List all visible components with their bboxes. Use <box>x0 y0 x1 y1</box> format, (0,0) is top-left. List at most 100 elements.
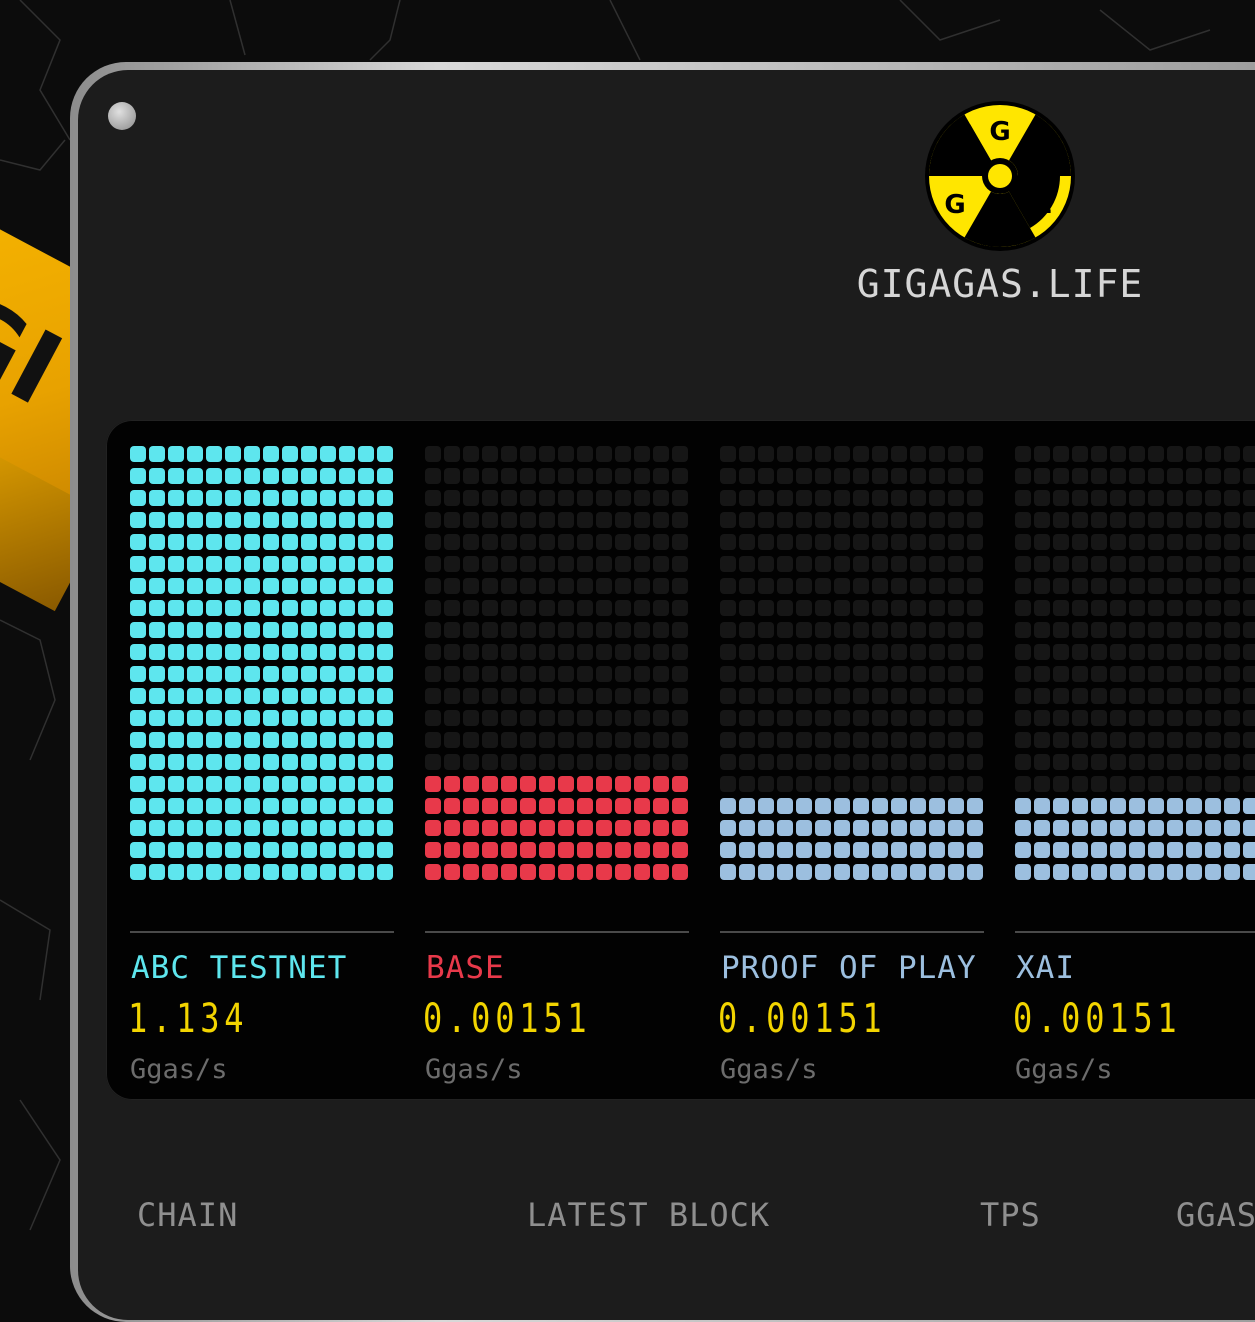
meter-cell <box>462 687 480 705</box>
meter-cell <box>1071 753 1089 770</box>
meter-cell <box>738 863 756 880</box>
meter-cell <box>1033 709 1051 726</box>
meter-cell <box>671 775 688 792</box>
meter-cell <box>928 599 946 617</box>
meter-cell <box>1223 621 1241 639</box>
chain-bar-grid <box>1015 446 1255 880</box>
meter-cell <box>519 775 537 792</box>
meter-cell <box>376 775 393 792</box>
meter-cell <box>595 709 613 726</box>
chain-name[interactable]: BASE <box>426 950 505 986</box>
meter-cell <box>1015 533 1032 551</box>
meter-cell <box>376 797 393 814</box>
meter-cell <box>462 446 480 463</box>
meter-cell <box>224 709 242 726</box>
meter-cell <box>319 863 337 880</box>
meter-cell <box>1052 489 1070 507</box>
meter-cell <box>966 709 983 726</box>
table-header-ggas[interactable]: GGAS <box>1176 1196 1255 1234</box>
meter-cell <box>557 467 575 485</box>
meter-cell <box>633 731 651 748</box>
chain-name[interactable]: ABC TESTNET <box>131 950 347 986</box>
meter-cell <box>186 643 204 661</box>
meter-cell <box>205 731 223 748</box>
chain-name[interactable]: XAI <box>1016 950 1075 986</box>
meter-cell <box>909 511 927 529</box>
meter-cell <box>652 687 669 705</box>
chain-name[interactable]: PROOF OF PLAY <box>721 950 977 986</box>
meter-cell <box>652 753 669 770</box>
meter-cell <box>205 511 223 529</box>
meter-cell <box>224 533 242 551</box>
meter-cell <box>224 467 242 485</box>
meter-cell <box>338 621 356 639</box>
meter-cell <box>1204 446 1222 463</box>
meter-cell <box>538 467 556 485</box>
meter-cell <box>576 731 594 748</box>
meter-cell <box>833 841 851 858</box>
meter-cell <box>1109 709 1127 726</box>
meter-cell <box>300 775 318 792</box>
meter-cell <box>357 643 374 661</box>
meter-cell <box>300 709 318 726</box>
meter-cell <box>500 687 518 705</box>
meter-cell <box>262 687 280 705</box>
meter-cell <box>776 446 794 463</box>
meter-cell <box>443 511 461 529</box>
meter-cell <box>1147 555 1165 573</box>
meter-cell <box>595 467 613 485</box>
meter-cell <box>1147 665 1165 683</box>
meter-cell <box>671 665 688 683</box>
meter-cell <box>519 511 537 529</box>
meter-cell <box>652 555 669 573</box>
meter-cell <box>795 511 813 529</box>
meter-cell <box>1147 533 1165 551</box>
meter-cell <box>338 731 356 748</box>
meter-cell <box>376 687 393 705</box>
meter-cell <box>1242 533 1255 551</box>
radiation-logo-icon[interactable]: G G L <box>925 101 1075 251</box>
meter-cell <box>1242 709 1255 726</box>
meter-cell <box>795 863 813 880</box>
meter-cell <box>1033 511 1051 529</box>
meter-cell <box>519 489 537 507</box>
meter-cell <box>425 555 442 573</box>
meter-cell <box>738 709 756 726</box>
meter-cell <box>966 753 983 770</box>
meter-cell <box>720 599 737 617</box>
meter-cell <box>852 709 870 726</box>
meter-cell <box>576 577 594 595</box>
meter-cell <box>425 731 442 748</box>
meter-cell <box>538 599 556 617</box>
meter-cell <box>909 687 927 705</box>
meter-cell <box>148 797 166 814</box>
meter-cell <box>538 665 556 683</box>
meter-cell <box>338 643 356 661</box>
meter-cell <box>852 665 870 683</box>
meter-cell <box>500 731 518 748</box>
meter-cell <box>538 687 556 705</box>
meter-cell <box>376 489 393 507</box>
meter-cell <box>947 533 964 551</box>
meter-cell <box>776 687 794 705</box>
meter-cell <box>738 577 756 595</box>
meter-cell <box>1109 819 1127 836</box>
meter-cell <box>481 841 499 858</box>
meter-cell <box>720 753 737 770</box>
meter-cell <box>833 467 851 485</box>
table-header-tps[interactable]: TPS <box>980 1196 1041 1234</box>
meter-cell <box>795 446 813 463</box>
table-header-latest-block[interactable]: LATEST BLOCK <box>527 1196 770 1234</box>
meter-cell <box>1166 863 1184 880</box>
meter-cell <box>595 643 613 661</box>
meter-cell <box>1242 511 1255 529</box>
meter-cell <box>595 511 613 529</box>
table-header-chain[interactable]: CHAIN <box>137 1196 238 1234</box>
gas-value: 1.134 <box>128 996 249 1042</box>
meter-cell <box>614 489 632 507</box>
meter-cell <box>262 643 280 661</box>
meter-cell <box>1128 775 1146 792</box>
meter-cell <box>1052 797 1070 814</box>
meter-cell <box>1223 489 1241 507</box>
meter-cell <box>500 709 518 726</box>
